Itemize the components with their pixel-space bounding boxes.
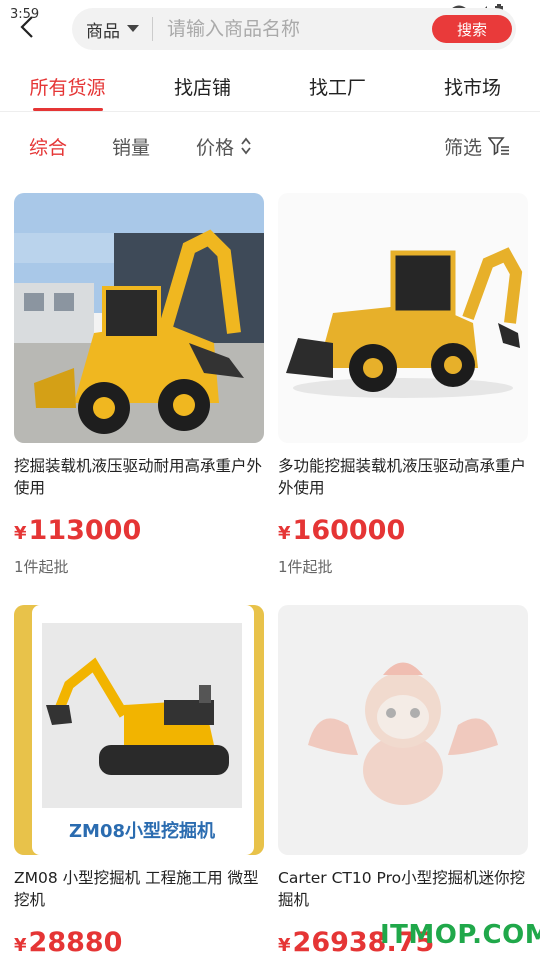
product-title[interactable]: 挖掘装载机液压驱动耐用高承重户外使用 [14,455,264,499]
sort-arrows-icon [241,137,251,155]
watermark: ITMOP.COM [380,920,540,950]
tab-factories[interactable]: 找工厂 [270,62,405,111]
price-currency: ¥ [14,935,27,956]
tab-markets[interactable]: 找市场 [405,62,540,111]
price-value: 28880 [28,927,123,958]
back-arrow-icon [20,16,33,38]
price-currency: ¥ [278,523,291,544]
product-price: ¥ 113000 [14,515,264,546]
search-input[interactable] [167,18,432,40]
backhoe-loader-photo [14,193,264,443]
product-price: ¥ 28880 [14,927,264,958]
product-card[interactable]: Carter CT10 Pro小型挖掘机迷你挖掘机 ¥ 26938.75 [278,605,528,958]
filter-icon [488,137,510,156]
sort-sales-label: 销量 [112,136,151,159]
price-value: 113000 [28,515,142,546]
tab-all-sources[interactable]: 所有货源 [0,62,135,111]
caret-down-icon [127,25,139,32]
search-bar: 商品 搜索 [72,8,516,50]
sort-price-label: 价格 [196,136,235,159]
price-value: 160000 [292,515,406,546]
tab-shops[interactable]: 找店铺 [135,62,270,111]
product-card[interactable]: 挖掘装载机液压驱动耐用高承重户外使用 ¥ 113000 1件起批 [14,193,264,577]
sort-comprehensive-label: 综合 [29,136,68,159]
product-title[interactable]: Carter CT10 Pro小型挖掘机迷你挖掘机 [278,867,528,911]
filter-button[interactable]: 筛选 [444,133,510,160]
min-order-qty: 1件起批 [14,558,69,576]
mascot-placeholder-icon [308,662,498,805]
price-currency: ¥ [278,935,291,956]
product-price: ¥ 160000 [278,515,528,546]
filter-label: 筛选 [444,136,483,159]
sort-sales[interactable]: 销量 [112,133,150,160]
back-button[interactable] [14,14,40,40]
backhoe-loader-photo [278,193,528,443]
product-card[interactable]: 多功能挖掘装载机液压驱动高承重户外使用 ¥ 160000 1件起批 [278,193,528,577]
product-image-placeholder [278,605,528,855]
product-title[interactable]: 多功能挖掘装载机液压驱动高承重户外使用 [278,455,528,499]
sort-bar: 综合 销量 价格 筛选 [0,124,540,168]
search-button[interactable]: 搜索 [432,15,512,43]
min-order-qty: 1件起批 [278,558,333,576]
mini-excavator-photo: ZM08小型挖掘机 [14,605,264,855]
image-caption: ZM08小型挖掘机 [69,820,215,842]
search-type-selector[interactable]: 商品 [72,17,140,42]
product-card[interactable]: ZM08小型挖掘机 ZM08 小型挖掘机 工程施工用 微型挖机 ¥ 28880 [14,605,264,958]
search-divider [152,17,153,41]
search-type-label: 商品 [86,21,120,42]
product-image-backhoe-white [278,193,528,443]
product-title[interactable]: ZM08 小型挖掘机 工程施工用 微型挖机 [14,867,264,911]
price-currency: ¥ [14,523,27,544]
product-image-mini-excavator: ZM08小型挖掘机 [14,605,264,855]
sort-comprehensive[interactable]: 综合 [29,133,67,160]
product-image-backhoe-outdoor [14,193,264,443]
source-tabs: 所有货源 找店铺 找工厂 找市场 [0,62,540,112]
sort-price[interactable]: 价格 [196,133,252,160]
